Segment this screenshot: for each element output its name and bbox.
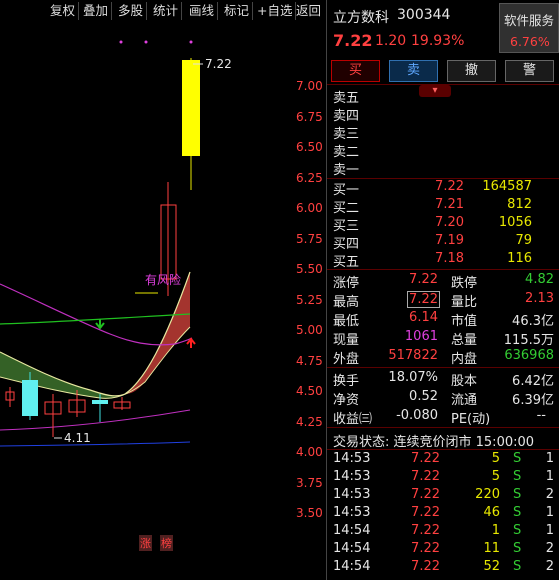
y-tick: 6.75 [296, 110, 323, 124]
bid-row-2[interactable]: 买二 7.21 812 [327, 197, 559, 216]
tick-row: 14:53 7.22 5 S 1 [333, 451, 554, 466]
risk-label: 有风险 [145, 273, 182, 287]
bid-row-4[interactable]: 买四 7.19 79 [327, 233, 559, 252]
ask-row-5[interactable]: 卖五 [327, 87, 559, 106]
cancel-button[interactable]: 撤 [447, 60, 496, 82]
current-price: 7.22 [333, 31, 373, 50]
sell-button[interactable]: 卖 [389, 60, 438, 82]
ask-row-2[interactable]: 卖二 [327, 141, 559, 160]
mark-button[interactable]: 标记 [221, 2, 254, 20]
low-price-label: 4.11 [64, 431, 91, 445]
ask-row-4[interactable]: 卖四 [327, 105, 559, 124]
ask-row-1[interactable]: 卖一 [327, 159, 559, 178]
trade-status: 交易状态: 连续竞价闭市 15:00:00 [333, 435, 535, 450]
stat-volume: 现量 1061 总量 115.5万 [333, 329, 554, 348]
overlay-button[interactable]: 叠加 [80, 2, 113, 20]
stat-limit: 涨停 7.22 跌停 4.82 [333, 272, 554, 291]
tick-row: 14:54 7.22 11 S 2 [333, 541, 554, 556]
bid-row-5[interactable]: 买五 7.18 116 [327, 251, 559, 270]
bid-row-3[interactable]: 买三 7.20 1056 [327, 215, 559, 234]
statistics-button[interactable]: 统计 [150, 2, 183, 20]
kline-svg [0, 40, 203, 447]
add-favorite-button[interactable]: +自选 [254, 2, 297, 20]
price-change-pct: 19.93% [411, 33, 465, 49]
y-tick: 5.00 [296, 323, 323, 337]
stat-high: 最高 7.22 量比 2.13 [333, 291, 554, 310]
stat-netasset: 净资 0.52 流通 6.39亿 [333, 389, 554, 408]
stock-code: 300344 [397, 7, 451, 23]
y-tick: 6.25 [296, 171, 323, 185]
y-tick: 4.25 [296, 415, 323, 429]
tick-row: 14:54 7.22 52 S 2 [333, 559, 554, 574]
kline-chart[interactable]: 7.00 6.75 6.50 6.25 6.00 5.75 5.50 5.25 … [0, 22, 326, 580]
y-tick: 3.75 [296, 476, 323, 490]
stat-eps: 收益㈢ -0.080 PE(动) -- [333, 408, 546, 427]
tick-row: 14:53 7.22 46 S 1 [333, 505, 554, 520]
y-tick: 6.50 [296, 140, 323, 154]
sector-change: 6.76% [510, 34, 550, 49]
y-tick: 3.50 [296, 506, 323, 520]
y-tick: 5.25 [296, 293, 323, 307]
bid-row-1[interactable]: 买一 7.22 164587 [327, 179, 559, 198]
high-price-label: 7.22 [205, 57, 232, 71]
fuquan-button[interactable]: 复权 [47, 2, 80, 20]
tick-row: 14:54 7.22 1 S 1 [333, 523, 554, 538]
tick-row: 14:53 7.22 220 S 2 [333, 487, 554, 502]
stat-outer-inner: 外盘 517822 内盘 636968 [333, 348, 554, 367]
sector-name: 软件服务 [504, 13, 555, 28]
y-tick: 4.50 [296, 384, 323, 398]
alert-button[interactable]: 警 [505, 60, 554, 82]
ask-row-3[interactable]: 卖三 [327, 123, 559, 142]
quote-panel: 立方数科 300344 软件服务 6.76% 7.22 1.20 19.93% … [326, 0, 559, 580]
buy-button[interactable]: 买 [331, 60, 380, 82]
stat-turnover: 换手 18.07% 股本 6.42亿 [333, 370, 554, 389]
ranking-badge[interactable]: 榜 [160, 535, 173, 551]
stock-name: 立方数科 [333, 10, 389, 26]
sector-box[interactable]: 软件服务 6.76% [499, 3, 559, 53]
y-tick: 4.75 [296, 354, 323, 368]
y-tick: 7.00 [296, 79, 323, 93]
y-tick: 5.50 [296, 262, 323, 276]
price-change: 1.20 [375, 33, 407, 49]
draw-line-button[interactable]: 画线 [186, 2, 219, 20]
limit-up-badge[interactable]: 涨 [139, 535, 152, 551]
y-tick: 6.00 [296, 201, 323, 215]
multi-stock-button[interactable]: 多股 [115, 2, 148, 20]
y-tick: 5.75 [296, 232, 323, 246]
tick-row: 14:53 7.22 5 S 1 [333, 469, 554, 484]
back-button[interactable]: 返回 [293, 2, 324, 20]
chart-toolbar: 复权 叠加 多股 统计 画线 标记 +自选 返回 [0, 0, 326, 22]
stat-low: 最低 6.14 市值 46.3亿 [333, 310, 554, 329]
y-tick: 4.00 [296, 445, 323, 459]
